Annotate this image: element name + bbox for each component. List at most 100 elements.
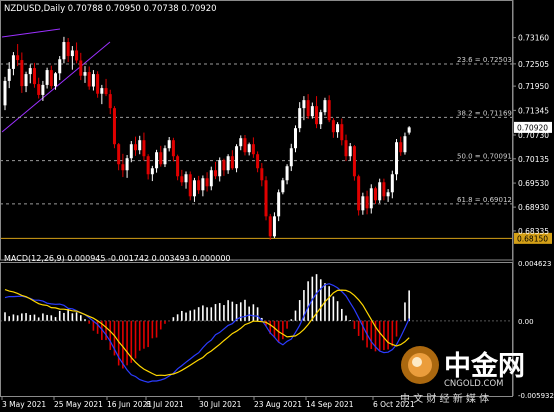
candle-body [251, 144, 255, 155]
candle-body [403, 136, 407, 153]
candle-body [235, 146, 239, 169]
macd-tick-label: 0.00 [518, 318, 534, 326]
fib-level-label: 61.8 = 0.69012 [457, 196, 512, 204]
price-tick-label: 0.73160 [518, 34, 549, 43]
candle-body [386, 192, 390, 197]
candle-body [49, 70, 53, 87]
candle-body [197, 180, 201, 191]
candle-body [125, 158, 129, 171]
candle-body [272, 216, 276, 237]
candle-body [205, 178, 209, 187]
candle-body [58, 59, 62, 74]
candle-body [239, 138, 243, 147]
candle-body [390, 174, 394, 193]
candle-body [104, 88, 108, 95]
candle-body [407, 127, 411, 133]
candle-body [41, 84, 45, 95]
price-tick-label: 0.71345 [518, 106, 549, 115]
candle-body [3, 80, 7, 106]
price-tick-label: 0.69530 [518, 179, 549, 188]
time-tick-label: 23 Aug 2021 [254, 400, 302, 409]
candle-body [45, 70, 49, 85]
candle-body [201, 178, 205, 191]
candle-body [167, 140, 171, 149]
candle-body [75, 50, 79, 61]
candle-body [79, 60, 83, 76]
symbol-header: NZDUSD,Daily 0.70788 0.70950 0.70738 0.7… [4, 4, 217, 14]
price-tick-label: 0.68335 [518, 227, 549, 236]
time-tick-label: 3 May 2021 [2, 400, 46, 409]
candle-body [298, 108, 302, 129]
candle-body [319, 112, 323, 125]
candle-body [66, 42, 70, 57]
time-tick-label: 30 Jul 2021 [199, 400, 242, 409]
candle-body [62, 42, 66, 60]
candle-body [327, 100, 331, 121]
candle-body [382, 182, 386, 197]
candle-body [277, 192, 281, 217]
candle-body [155, 152, 159, 169]
price-tick-label: 0.71950 [518, 82, 549, 91]
price-tick-label: 0.70135 [518, 155, 549, 164]
candle-body [373, 188, 377, 201]
candle-body [331, 120, 335, 133]
candle-body [357, 176, 361, 211]
candle-body [108, 94, 112, 109]
candle-body [117, 144, 121, 165]
candle-body [20, 60, 24, 87]
candle-body [226, 156, 230, 171]
watermark-slogan: 中 文 财 经 新 媒 体 [400, 392, 489, 405]
candle-body [159, 152, 163, 165]
candle-body [134, 144, 138, 151]
candle-body [281, 180, 285, 193]
candle-body [121, 164, 125, 171]
candle-body [399, 142, 403, 153]
candle-body [264, 180, 268, 217]
candle-body [365, 196, 369, 209]
candle-body [361, 196, 365, 211]
watermark-url: CNGOLD.COM [444, 379, 504, 389]
candle-body [289, 148, 293, 167]
candle-body [54, 73, 58, 87]
time-tick-label: 25 May 2021 [54, 400, 103, 409]
candle-body [11, 55, 15, 69]
candle-body [91, 74, 95, 87]
candle-body [28, 68, 32, 75]
candle-body [336, 124, 340, 133]
candle-body [209, 170, 213, 187]
fib-level-label: 50.0 = 0.70091 [457, 153, 512, 161]
candle-body [340, 124, 344, 141]
candle-body [96, 74, 100, 94]
candle-body [310, 106, 314, 117]
candle-body [24, 74, 28, 87]
price-tick-label: 0.72505 [518, 60, 549, 69]
coin-logo-highlight-icon [412, 357, 422, 367]
candle-body [188, 174, 192, 197]
candle-body [222, 160, 226, 171]
candle-body [348, 146, 352, 157]
candle-body [192, 180, 196, 197]
candle-body [112, 108, 116, 145]
cngold-watermark: 中金网 CNGOLD.COM 中 文 财 经 新 媒 体 [398, 338, 554, 412]
candle-body [323, 100, 327, 113]
candle-body [171, 140, 175, 157]
candle-body [378, 182, 382, 201]
candle-body [214, 170, 217, 177]
candle-body [163, 148, 167, 165]
candle-body [150, 168, 154, 175]
candle-body [293, 128, 297, 149]
candle-body [138, 140, 142, 151]
candle-body [256, 154, 260, 169]
candle-body [176, 156, 180, 177]
watermark-brand: 中金网 [444, 350, 525, 382]
macd-tick-label: 0.004623 [518, 260, 551, 268]
candle-body [243, 138, 247, 153]
time-tick-label: 14 Sep 2021 [306, 400, 354, 409]
candle-body [83, 72, 87, 76]
candle-body [146, 156, 150, 175]
candle-body [37, 84, 41, 95]
candle-body [395, 142, 399, 175]
candle-body [16, 55, 20, 61]
candle-body [352, 146, 356, 177]
candle-body [32, 68, 36, 85]
